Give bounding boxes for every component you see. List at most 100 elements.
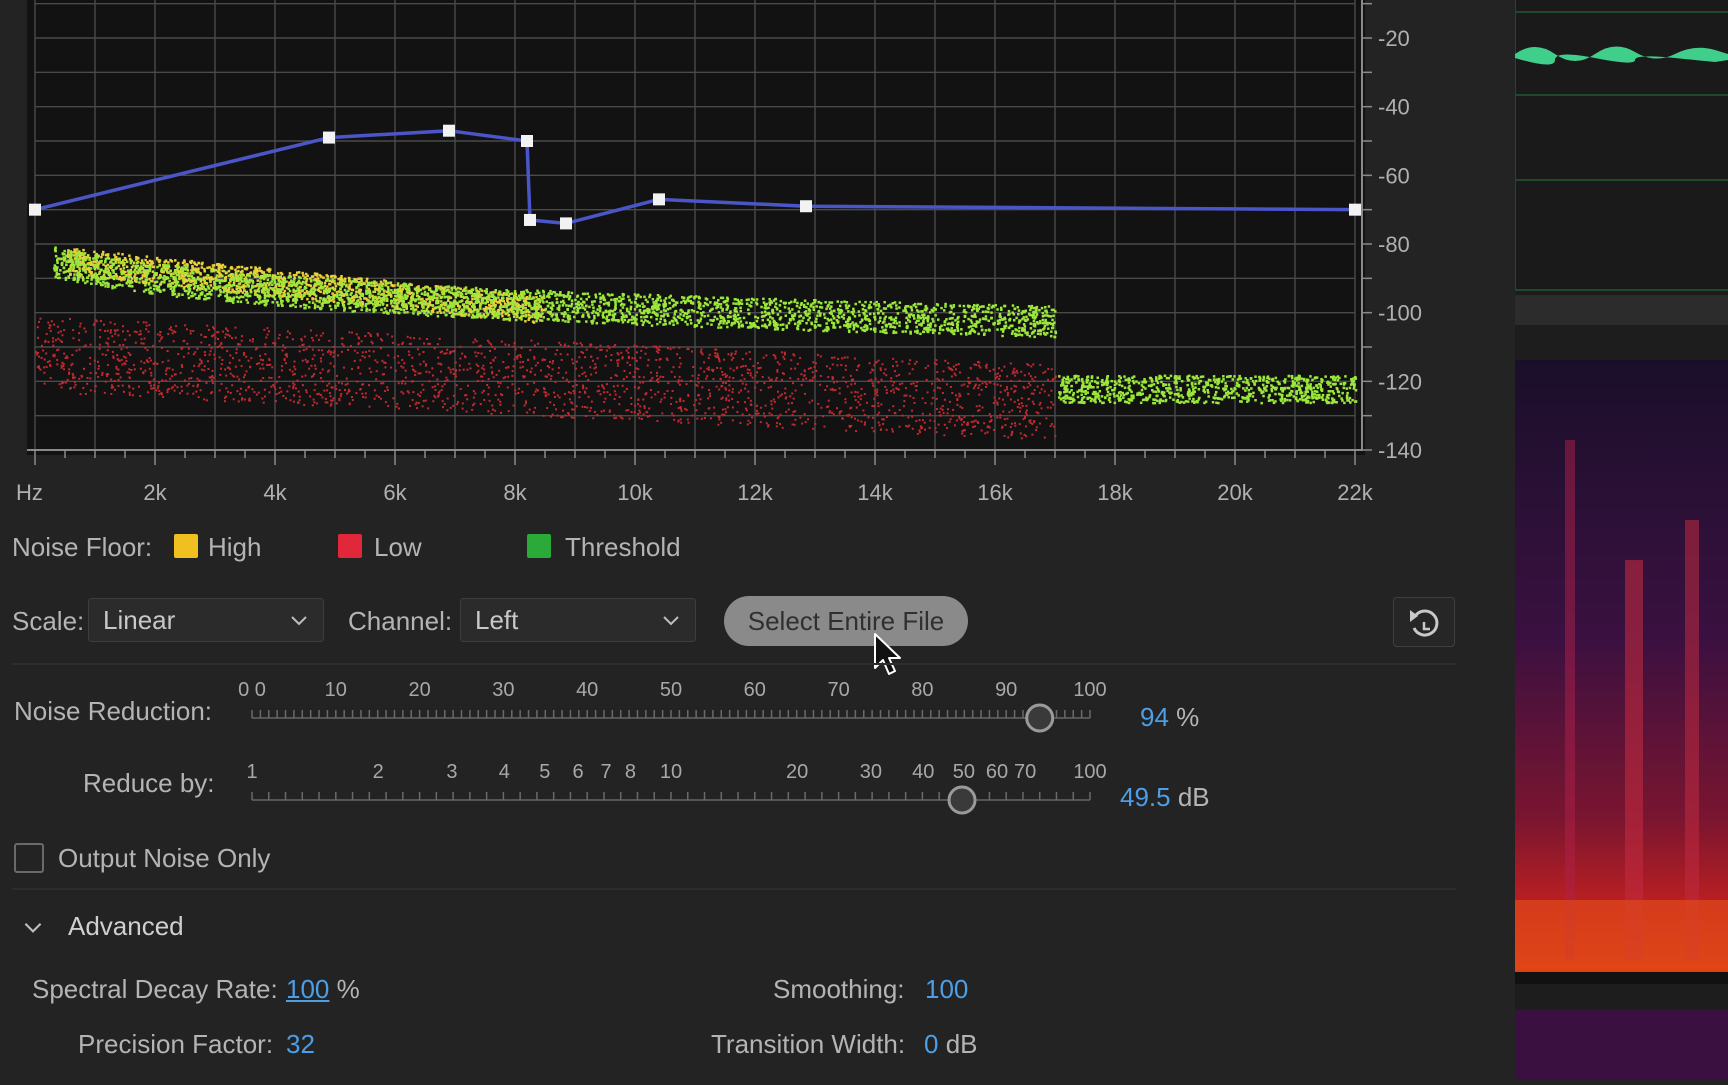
low-dot bbox=[656, 347, 658, 349]
low-dot bbox=[79, 349, 81, 351]
low-dot bbox=[809, 379, 811, 381]
threshold-dot bbox=[412, 305, 415, 308]
low-dot bbox=[996, 417, 998, 419]
threshold-dot bbox=[98, 272, 101, 275]
low-dot bbox=[555, 353, 557, 355]
low-dot bbox=[728, 380, 730, 382]
low-dot bbox=[656, 350, 658, 352]
low-dot bbox=[274, 388, 276, 390]
low-dot bbox=[956, 419, 958, 421]
low-dot bbox=[348, 389, 350, 391]
low-dot bbox=[970, 367, 972, 369]
low-dot bbox=[113, 341, 115, 343]
low-dot bbox=[877, 381, 879, 383]
low-dot bbox=[369, 367, 371, 369]
low-dot bbox=[184, 324, 186, 326]
low-dot bbox=[477, 352, 479, 354]
low-dot bbox=[282, 344, 284, 346]
low-dot bbox=[200, 341, 202, 343]
low-dot bbox=[550, 378, 552, 380]
threshold-dot bbox=[925, 309, 928, 312]
threshold-dot bbox=[639, 296, 642, 299]
low-dot bbox=[728, 384, 730, 386]
low-dot bbox=[947, 412, 949, 414]
threshold-dot bbox=[934, 314, 937, 317]
threshold-dot bbox=[503, 318, 506, 321]
low-dot bbox=[934, 427, 936, 429]
low-dot bbox=[482, 365, 484, 367]
low-dot bbox=[431, 367, 433, 369]
threshold-dot bbox=[895, 331, 898, 334]
high-dot bbox=[525, 299, 528, 302]
low-dot bbox=[754, 387, 756, 389]
low-dot bbox=[892, 358, 894, 360]
low-dot bbox=[989, 381, 991, 383]
low-dot bbox=[450, 369, 452, 371]
low-dot bbox=[950, 386, 952, 388]
spectral-display-panel[interactable] bbox=[1515, 0, 1728, 1080]
threshold-dot bbox=[441, 296, 444, 299]
threshold-dot bbox=[125, 275, 128, 278]
low-dot bbox=[303, 344, 305, 346]
low-dot bbox=[1018, 403, 1020, 405]
low-dot bbox=[967, 393, 969, 395]
low-dot bbox=[480, 403, 482, 405]
low-dot bbox=[1035, 429, 1037, 431]
high-dot bbox=[88, 270, 91, 273]
low-dot bbox=[172, 369, 174, 371]
low-dot bbox=[400, 365, 402, 367]
low-dot bbox=[559, 396, 561, 398]
high-dot bbox=[183, 261, 186, 264]
low-dot bbox=[784, 392, 786, 394]
low-dot bbox=[543, 387, 545, 389]
low-dot bbox=[469, 367, 471, 369]
low-dot bbox=[344, 389, 346, 391]
high-dot bbox=[254, 285, 257, 288]
low-dot bbox=[123, 391, 125, 393]
threshold-dot bbox=[1002, 330, 1005, 333]
low-dot bbox=[1044, 437, 1046, 439]
high-dot bbox=[429, 304, 432, 307]
low-dot bbox=[1022, 405, 1024, 407]
low-dot bbox=[452, 368, 454, 370]
low-dot bbox=[678, 366, 680, 368]
low-dot bbox=[814, 416, 816, 418]
low-dot bbox=[985, 365, 987, 367]
low-dot bbox=[590, 356, 592, 358]
low-dot bbox=[124, 363, 126, 365]
low-dot bbox=[89, 377, 91, 379]
low-dot bbox=[679, 376, 681, 378]
low-dot bbox=[129, 334, 131, 336]
noise-profile-graph[interactable]: -20-40-60-80-100-120-140Hz2k4k6k8k10k12k… bbox=[0, 0, 1460, 520]
low-dot bbox=[448, 367, 450, 369]
high-dot bbox=[471, 298, 474, 301]
low-dot bbox=[63, 353, 65, 355]
threshold-dot bbox=[1033, 336, 1036, 339]
low-dot bbox=[396, 403, 398, 405]
low-dot bbox=[166, 367, 168, 369]
high-dot bbox=[143, 275, 146, 278]
threshold-dot bbox=[717, 326, 720, 329]
low-dot bbox=[138, 334, 140, 336]
high-dot bbox=[194, 267, 197, 270]
threshold-dot bbox=[556, 298, 559, 301]
low-dot bbox=[868, 416, 870, 418]
low-dot bbox=[272, 384, 274, 386]
low-dot bbox=[972, 426, 974, 428]
low-dot bbox=[78, 332, 80, 334]
low-dot bbox=[275, 400, 277, 402]
low-dot bbox=[1037, 386, 1039, 388]
low-dot bbox=[1050, 407, 1052, 409]
low-dot bbox=[998, 367, 1000, 369]
threshold-dot bbox=[55, 255, 58, 258]
low-dot bbox=[441, 350, 443, 352]
low-dot bbox=[505, 367, 507, 369]
low-dot bbox=[55, 339, 57, 341]
low-dot bbox=[313, 373, 315, 375]
threshold-dot bbox=[745, 321, 748, 324]
low-dot bbox=[789, 377, 791, 379]
low-dot bbox=[121, 363, 123, 365]
low-dot bbox=[175, 325, 177, 327]
low-dot bbox=[749, 358, 751, 360]
low-dot bbox=[704, 417, 706, 419]
